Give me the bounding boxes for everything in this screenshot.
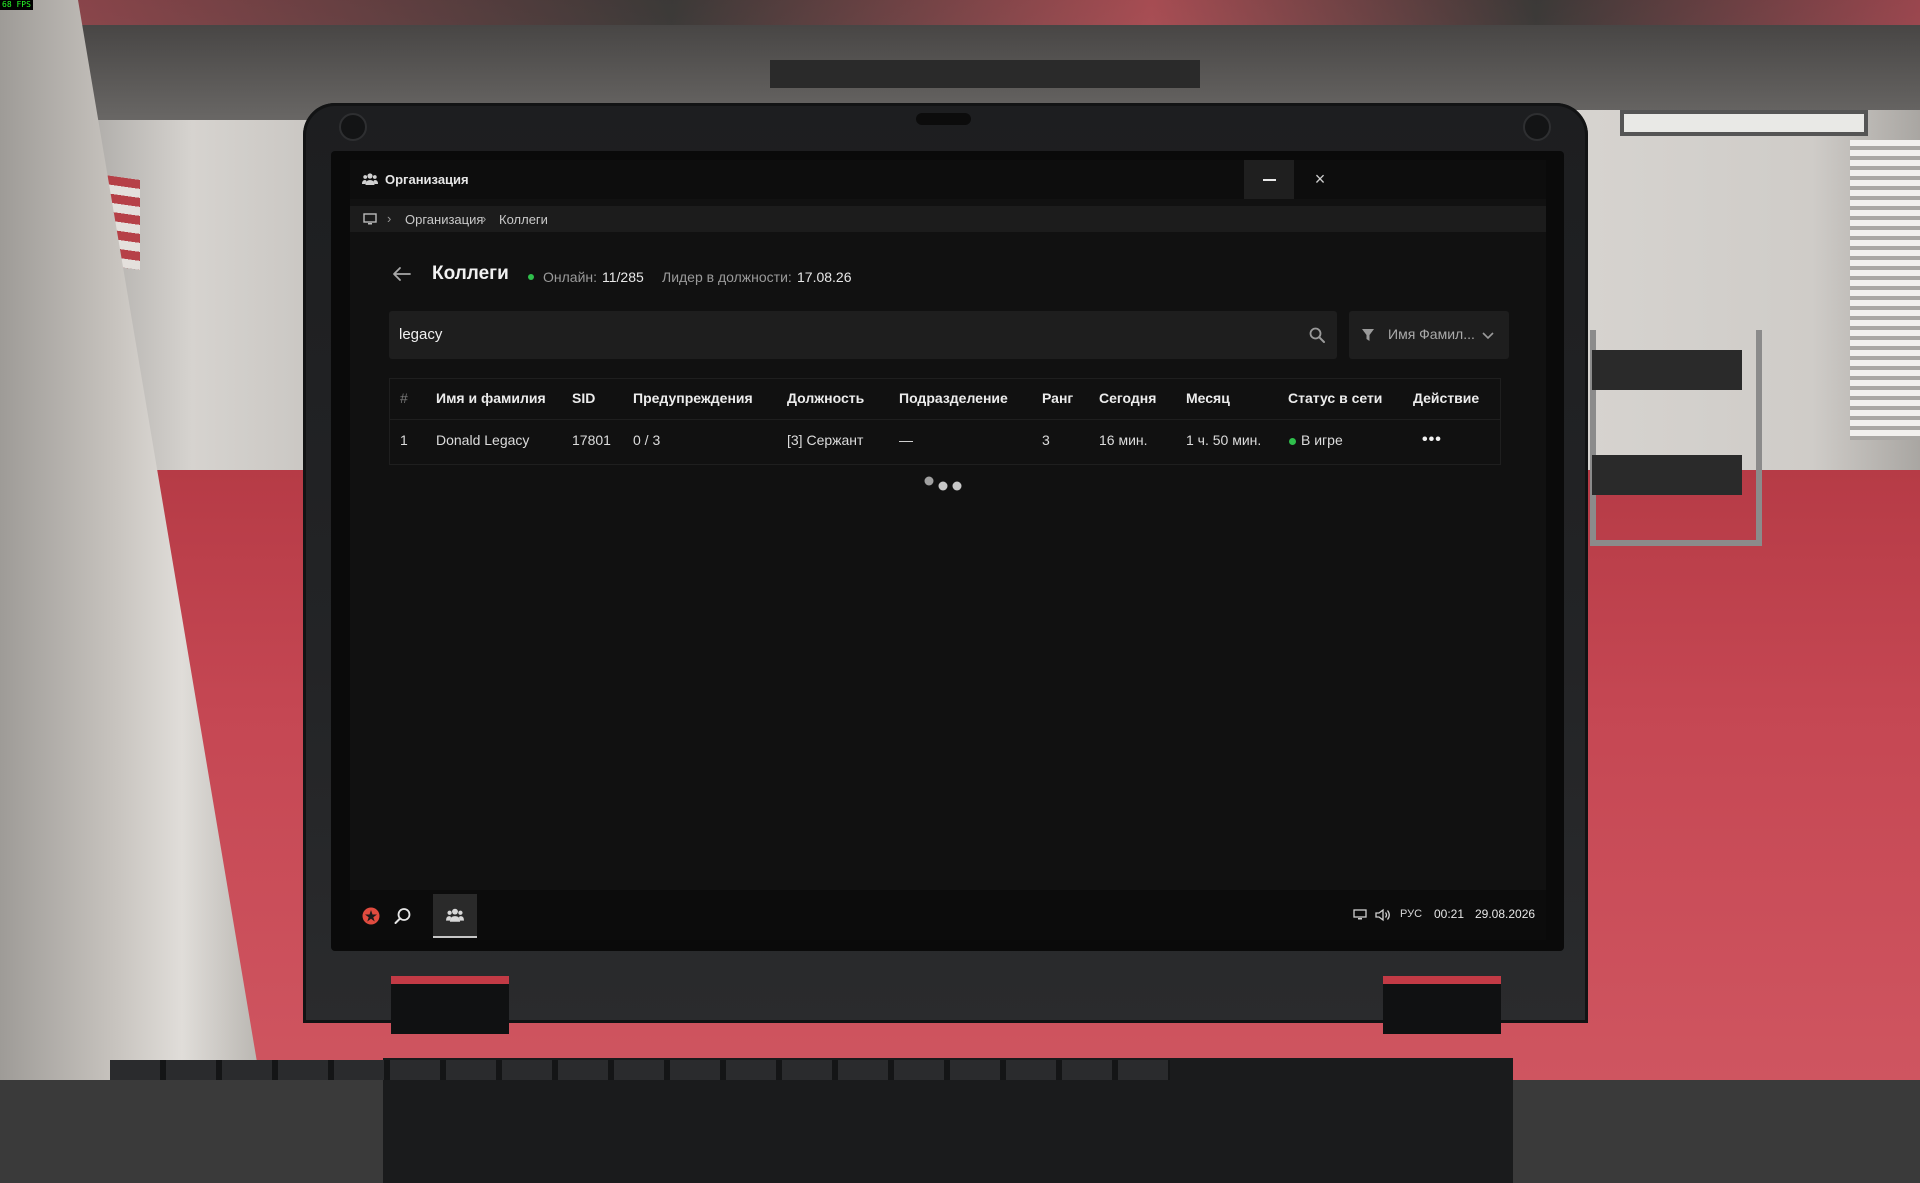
screw-left bbox=[339, 113, 367, 141]
breadcrumb-separator: › bbox=[482, 211, 487, 226]
page-title: Коллеги bbox=[432, 263, 509, 284]
search-icon[interactable] bbox=[394, 907, 412, 925]
language-indicator[interactable]: РУС bbox=[1400, 908, 1422, 920]
row-today: 16 мин. bbox=[1099, 432, 1148, 448]
taskbar: РУС 00:21 29.08.2026 bbox=[350, 890, 1546, 940]
table-header: # Имя и фамилия SID Предупреждения Должн… bbox=[390, 379, 1500, 420]
column-status[interactable]: Статус в сети bbox=[1288, 390, 1382, 406]
volume-icon[interactable] bbox=[1375, 908, 1391, 922]
colleagues-table: # Имя и фамилия SID Предупреждения Должн… bbox=[389, 378, 1501, 465]
clock-date: 29.08.2026 bbox=[1475, 907, 1536, 921]
breadcrumb-separator: › bbox=[387, 211, 392, 226]
online-label: Онлайн: bbox=[543, 269, 598, 285]
monitor-icon[interactable] bbox=[1353, 909, 1367, 921]
row-division: — bbox=[899, 432, 913, 448]
search-input[interactable]: legacy bbox=[389, 311, 1337, 359]
column-number: # bbox=[400, 390, 408, 406]
column-name[interactable]: Имя и фамилия bbox=[436, 390, 546, 406]
online-count: 11/285 bbox=[602, 269, 644, 285]
start-menu-icon[interactable] bbox=[362, 907, 380, 925]
app-window: Организация × › Организация › Коллеги Ко… bbox=[350, 160, 1546, 940]
window-title: Организация bbox=[385, 172, 469, 187]
wall-lamp bbox=[1620, 110, 1868, 136]
hinge-right bbox=[1383, 976, 1501, 1034]
ceiling-trim bbox=[0, 0, 1920, 25]
filter-label: Имя Фамил... bbox=[1388, 326, 1475, 342]
row-warnings: 0 / 3 bbox=[633, 432, 661, 448]
column-today[interactable]: Сегодня bbox=[1099, 390, 1156, 406]
breadcrumb: › Организация › Коллеги bbox=[350, 206, 1546, 232]
leader-date: 17.08.26 bbox=[797, 269, 852, 285]
bunk-bed bbox=[1590, 330, 1762, 546]
fps-counter: 68 FPS bbox=[0, 0, 33, 10]
breadcrumb-organization[interactable]: Организация bbox=[405, 212, 483, 227]
leader-label: Лидер в должности: bbox=[662, 269, 792, 285]
ceiling-lamp bbox=[770, 60, 1200, 88]
row-position: [3] Сержант bbox=[787, 432, 864, 448]
people-icon bbox=[446, 908, 464, 922]
taskbar-app-organization[interactable] bbox=[433, 894, 477, 938]
chevron-down-icon bbox=[1482, 332, 1494, 340]
funnel-icon bbox=[1362, 329, 1374, 341]
minimize-button[interactable] bbox=[1244, 160, 1294, 199]
search-icon[interactable] bbox=[1309, 327, 1325, 343]
row-rank: 3 bbox=[1042, 432, 1050, 448]
search-value: legacy bbox=[399, 326, 443, 343]
table-row[interactable]: 1 Donald Legacy 17801 0 / 3 [3] Сержант … bbox=[390, 419, 1500, 463]
breadcrumb-colleagues[interactable]: Коллеги bbox=[499, 212, 548, 227]
webcam bbox=[916, 113, 971, 125]
close-button[interactable]: × bbox=[1295, 160, 1345, 199]
row-number: 1 bbox=[400, 432, 408, 448]
screw-right bbox=[1523, 113, 1551, 141]
people-icon bbox=[362, 173, 378, 185]
more-actions-button[interactable]: ••• bbox=[1422, 431, 1444, 449]
row-name: Donald Legacy bbox=[436, 432, 530, 448]
filter-dropdown[interactable]: Имя Фамил... bbox=[1349, 311, 1509, 359]
row-month: 1 ч. 50 мин. bbox=[1186, 432, 1262, 448]
hinge-left bbox=[391, 976, 509, 1034]
status-online-dot bbox=[1289, 438, 1296, 445]
loading-spinner-icon bbox=[924, 476, 962, 491]
window-blinds bbox=[1850, 140, 1920, 440]
row-sid: 17801 bbox=[572, 432, 611, 448]
online-indicator bbox=[528, 274, 534, 280]
column-month[interactable]: Месяц bbox=[1186, 390, 1230, 406]
back-arrow-icon[interactable] bbox=[392, 266, 412, 282]
keyboard-keys bbox=[110, 1060, 1170, 1080]
column-division[interactable]: Подразделение bbox=[899, 390, 1008, 406]
column-rank[interactable]: Ранг bbox=[1042, 390, 1073, 406]
column-position[interactable]: Должность bbox=[787, 390, 864, 406]
column-action: Действие bbox=[1413, 390, 1480, 406]
row-status: В игре bbox=[1301, 432, 1343, 448]
clock-time: 00:21 bbox=[1434, 907, 1465, 921]
title-bar: Организация × bbox=[350, 160, 1546, 199]
monitor-icon[interactable] bbox=[363, 212, 377, 226]
column-warnings[interactable]: Предупреждения bbox=[633, 390, 753, 406]
column-sid[interactable]: SID bbox=[572, 390, 595, 406]
